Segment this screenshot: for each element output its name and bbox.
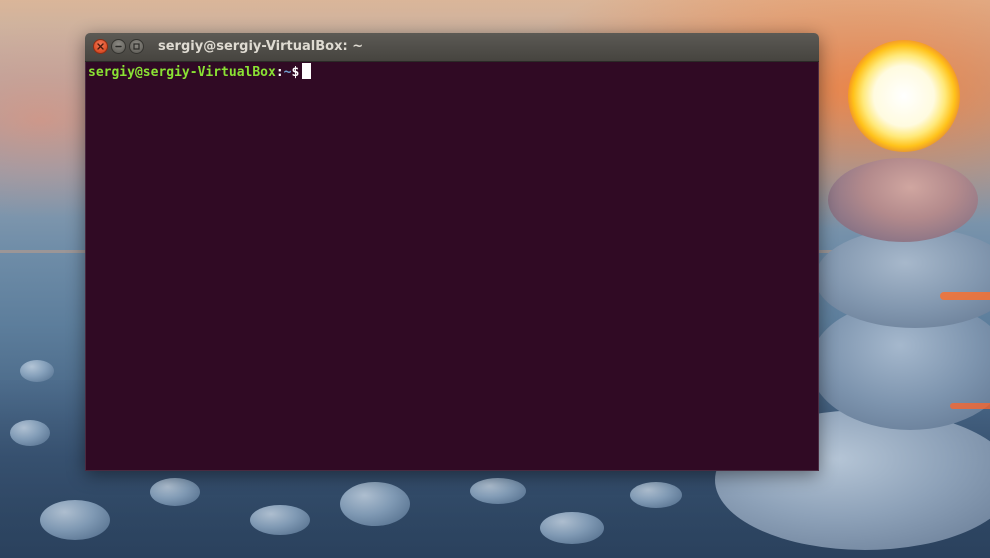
window-title: sergiy@sergiy-VirtualBox: ~ bbox=[158, 39, 364, 54]
minimize-icon bbox=[115, 43, 122, 50]
maximize-icon bbox=[133, 43, 140, 50]
wallpaper-pebble bbox=[340, 482, 410, 526]
wallpaper-glow bbox=[950, 403, 990, 409]
wallpaper-pebble bbox=[630, 482, 682, 508]
terminal-window[interactable]: sergiy@sergiy-VirtualBox: ~ sergiy@sergi… bbox=[85, 33, 819, 471]
wallpaper-pebble bbox=[40, 500, 110, 540]
window-titlebar[interactable]: sergiy@sergiy-VirtualBox: ~ bbox=[85, 33, 819, 62]
prompt-line: sergiy@sergiy-VirtualBox:~$ bbox=[88, 63, 312, 81]
close-icon bbox=[97, 43, 104, 50]
wallpaper-stone bbox=[815, 228, 990, 328]
close-button[interactable] bbox=[93, 39, 108, 54]
wallpaper-pebble bbox=[150, 478, 200, 506]
prompt-user-host: sergiy@sergiy-VirtualBox bbox=[88, 65, 276, 80]
wallpaper-pebble bbox=[470, 478, 526, 504]
prompt-symbol: $ bbox=[291, 65, 300, 80]
wallpaper-pebble bbox=[540, 512, 604, 544]
prompt-path: ~ bbox=[283, 65, 292, 80]
desktop-wallpaper: sergiy@sergiy-VirtualBox: ~ sergiy@sergi… bbox=[0, 0, 990, 558]
wallpaper-stone bbox=[828, 158, 978, 242]
text-cursor bbox=[302, 63, 312, 79]
wallpaper-glow bbox=[940, 292, 990, 300]
terminal-area[interactable]: sergiy@sergiy-VirtualBox:~$ bbox=[85, 62, 819, 471]
wallpaper-sun bbox=[848, 40, 960, 152]
wallpaper-pebble bbox=[10, 420, 50, 446]
prompt-separator: : bbox=[275, 65, 284, 80]
wallpaper-pebble bbox=[250, 505, 310, 535]
wallpaper-pebble bbox=[20, 360, 54, 382]
maximize-button[interactable] bbox=[129, 39, 144, 54]
minimize-button[interactable] bbox=[111, 39, 126, 54]
